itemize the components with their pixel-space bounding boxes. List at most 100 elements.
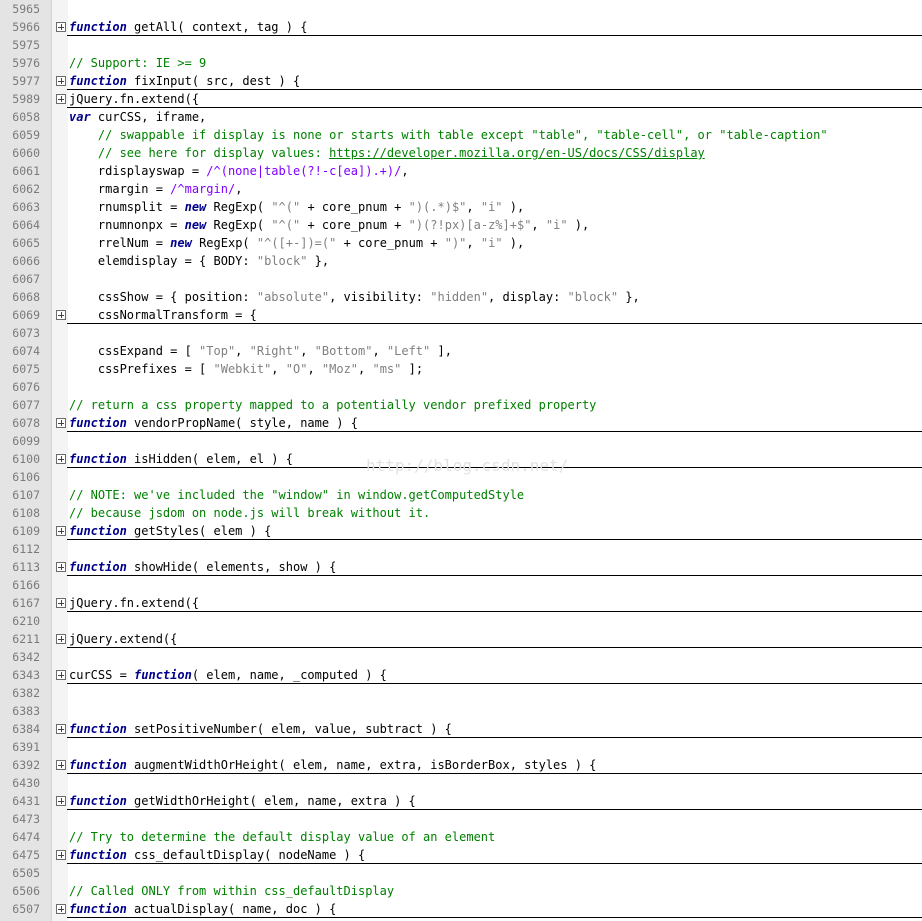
code-line[interactable]: 6506 // Called ONLY from within css_defau… bbox=[0, 882, 922, 900]
code-line[interactable]: 5975 bbox=[0, 36, 922, 54]
line-number: 6068 bbox=[12, 290, 40, 304]
code-line[interactable]: 6342 bbox=[0, 648, 922, 666]
fold-expand-icon[interactable] bbox=[56, 454, 66, 464]
line-number: 6077 bbox=[12, 398, 40, 412]
code-line[interactable]: 6475 function css_defaultDisplay( nodeNam… bbox=[0, 846, 922, 864]
code-text: // Support: IE >= 9 bbox=[69, 56, 207, 70]
fold-expand-icon[interactable] bbox=[56, 562, 66, 572]
code-line[interactable]: 6391 bbox=[0, 738, 922, 756]
code-line[interactable]: 6068 cssShow = { position: "absolute", v… bbox=[0, 288, 922, 306]
code-line[interactable]: 6075 cssPrefixes = [ "Webkit", "O", "Moz… bbox=[0, 360, 922, 378]
code-text: elemdisplay = { BODY: "block" }, bbox=[69, 254, 330, 268]
code-editor[interactable]: 5965 5966 function getAll( context, tag ) … bbox=[0, 0, 922, 921]
line-number: 6342 bbox=[12, 650, 40, 664]
code-text: // Called ONLY from within css_defaultDi… bbox=[69, 884, 395, 898]
code-text: rnumsplit = new RegExp( "^(" + core_pnum… bbox=[69, 200, 525, 214]
code-line[interactable]: 5976 // Support: IE >= 9 bbox=[0, 54, 922, 72]
code-text: cssExpand = [ "Top", "Right", "Bottom", … bbox=[69, 344, 452, 358]
code-line[interactable]: 6473 bbox=[0, 810, 922, 828]
code-line[interactable]: 5965 bbox=[0, 0, 922, 18]
code-line[interactable]: 6074 cssExpand = [ "Top", "Right", "Bott… bbox=[0, 342, 922, 360]
code-line[interactable]: 6343 curCSS = function( elem, name, _comp… bbox=[0, 666, 922, 684]
code-text: function getStyles( elem ) { bbox=[69, 524, 272, 538]
code-line[interactable]: 6076 bbox=[0, 378, 922, 396]
line-number: 6058 bbox=[12, 110, 40, 124]
code-text: jQuery.fn.extend({ bbox=[69, 596, 200, 610]
line-number: 5976 bbox=[12, 56, 40, 70]
code-line[interactable]: 6166 bbox=[0, 576, 922, 594]
code-line[interactable]: 5966 function getAll( context, tag ) { bbox=[0, 18, 922, 36]
code-line[interactable]: 6392 function augmentWidthOrHeight( elem,… bbox=[0, 756, 922, 774]
code-line[interactable]: 6064 rnumnonpx = new RegExp( "^(" + core… bbox=[0, 216, 922, 234]
code-line[interactable]: 6061 rdisplayswap = /^(none|table(?!-c[e… bbox=[0, 162, 922, 180]
code-line[interactable]: 6073 bbox=[0, 324, 922, 342]
code-line[interactable]: 6077 // return a css property mapped to a… bbox=[0, 396, 922, 414]
code-line[interactable]: 6507 function actualDisplay( name, doc ) … bbox=[0, 900, 922, 918]
line-number: 6211 bbox=[12, 632, 40, 646]
code-line[interactable]: 6058 var curCSS, iframe, bbox=[0, 108, 922, 126]
line-number: 6167 bbox=[12, 596, 40, 610]
code-text: // Try to determine the default display … bbox=[69, 830, 496, 844]
code-line[interactable]: 6069 cssNormalTransform = { bbox=[0, 306, 922, 324]
code-text: rmargin = /^margin/, bbox=[69, 182, 243, 196]
code-line[interactable]: 6108 // because jsdom on node.js will bre… bbox=[0, 504, 922, 522]
code-line[interactable]: 6109 function getStyles( elem ) { bbox=[0, 522, 922, 540]
fold-expand-icon[interactable] bbox=[56, 670, 66, 680]
code-line[interactable]: 5989 jQuery.fn.extend({ bbox=[0, 90, 922, 108]
code-line[interactable]: 6059 // swappable if display is none or … bbox=[0, 126, 922, 144]
fold-expand-icon[interactable] bbox=[56, 760, 66, 770]
code-line[interactable]: 6210 bbox=[0, 612, 922, 630]
code-line[interactable]: 6063 rnumsplit = new RegExp( "^(" + core… bbox=[0, 198, 922, 216]
line-number: 6343 bbox=[12, 668, 40, 682]
line-number: 6076 bbox=[12, 380, 40, 394]
code-line[interactable]: 5977 function fixInput( src, dest ) { bbox=[0, 72, 922, 90]
code-line[interactable]: 6066 elemdisplay = { BODY: "block" }, bbox=[0, 252, 922, 270]
line-number: 6107 bbox=[12, 488, 40, 502]
fold-expand-icon[interactable] bbox=[56, 76, 66, 86]
fold-expand-icon[interactable] bbox=[56, 418, 66, 428]
code-text: function isHidden( elem, el ) { bbox=[69, 452, 293, 466]
code-line[interactable]: 6167 jQuery.fn.extend({ bbox=[0, 594, 922, 612]
fold-expand-icon[interactable] bbox=[56, 94, 66, 104]
code-line[interactable]: 6067 bbox=[0, 270, 922, 288]
line-number: 6112 bbox=[12, 542, 40, 556]
code-line[interactable]: 6078 function vendorPropName( style, name… bbox=[0, 414, 922, 432]
fold-expand-icon[interactable] bbox=[56, 796, 66, 806]
code-line[interactable]: 6382 bbox=[0, 684, 922, 702]
code-line[interactable]: 6383 bbox=[0, 702, 922, 720]
code-line[interactable]: 6113 function showHide( elements, show ) … bbox=[0, 558, 922, 576]
fold-expand-icon[interactable] bbox=[56, 724, 66, 734]
fold-expand-icon[interactable] bbox=[56, 310, 66, 320]
code-line[interactable]: 6431 function getWidthOrHeight( elem, nam… bbox=[0, 792, 922, 810]
fold-expand-icon[interactable] bbox=[56, 598, 66, 608]
line-number: 5977 bbox=[12, 74, 40, 88]
code-line[interactable]: 6060 // see here for display values: htt… bbox=[0, 144, 922, 162]
code-line[interactable]: 6211 jQuery.extend({ bbox=[0, 630, 922, 648]
code-text: cssNormalTransform = { bbox=[69, 308, 257, 322]
line-number: 6059 bbox=[12, 128, 40, 142]
line-number: 6113 bbox=[12, 560, 40, 574]
fold-expand-icon[interactable] bbox=[56, 904, 66, 914]
code-line[interactable]: 6474 // Try to determine the default disp… bbox=[0, 828, 922, 846]
code-text: function vendorPropName( style, name ) { bbox=[69, 416, 358, 430]
line-number: 6166 bbox=[12, 578, 40, 592]
code-text: cssShow = { position: "absolute", visibi… bbox=[69, 290, 640, 304]
line-number: 6069 bbox=[12, 308, 40, 322]
code-line[interactable]: 6505 bbox=[0, 864, 922, 882]
line-number: 6075 bbox=[12, 362, 40, 376]
fold-expand-icon[interactable] bbox=[56, 22, 66, 32]
line-number: 6505 bbox=[12, 866, 40, 880]
line-number: 6392 bbox=[12, 758, 40, 772]
code-line[interactable]: 6107 // NOTE: we've included the "window"… bbox=[0, 486, 922, 504]
fold-expand-icon[interactable] bbox=[56, 850, 66, 860]
fold-expand-icon[interactable] bbox=[56, 634, 66, 644]
code-line[interactable]: 6099 bbox=[0, 432, 922, 450]
fold-expand-icon[interactable] bbox=[56, 526, 66, 536]
code-line[interactable]: 6112 bbox=[0, 540, 922, 558]
code-line[interactable]: 6384 function setPositiveNumber( elem, va… bbox=[0, 720, 922, 738]
code-line[interactable]: 6062 rmargin = /^margin/, bbox=[0, 180, 922, 198]
line-number: 6064 bbox=[12, 218, 40, 232]
line-number: 5966 bbox=[12, 20, 40, 34]
code-line[interactable]: 6065 rrelNum = new RegExp( "^([+-])=(" +… bbox=[0, 234, 922, 252]
code-line[interactable]: 6430 bbox=[0, 774, 922, 792]
